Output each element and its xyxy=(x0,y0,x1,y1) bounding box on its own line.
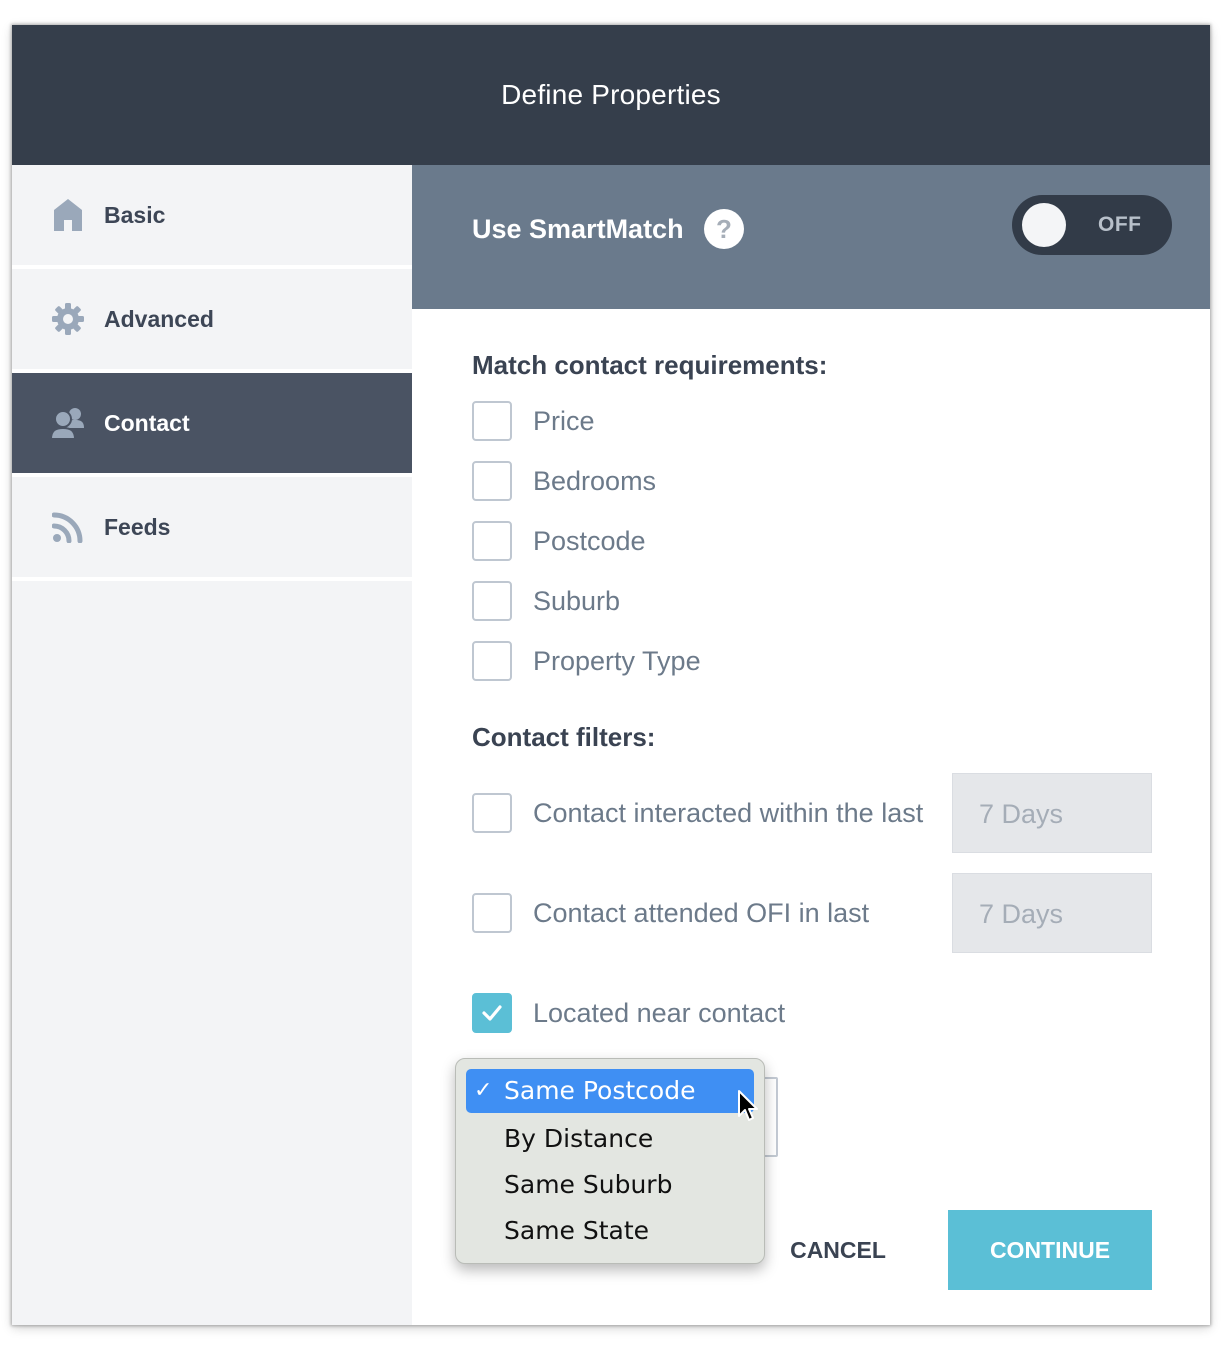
requirement-postcode: Postcode xyxy=(472,521,646,561)
checkbox-label: Property Type xyxy=(533,645,701,676)
home-icon xyxy=(50,197,86,233)
option-label: Same State xyxy=(504,1216,650,1245)
checkbox-label: Located near contact xyxy=(533,997,786,1028)
location-dropdown-menu: ✓ Same Postcode By Distance Same Suburb … xyxy=(455,1058,765,1264)
requirement-suburb: Suburb xyxy=(472,581,620,621)
smartmatch-toggle[interactable]: OFF xyxy=(1012,195,1172,255)
checkbox-label: Postcode xyxy=(533,525,646,556)
postcode-checkbox[interactable] xyxy=(472,521,512,561)
requirement-property-type: Property Type xyxy=(472,641,701,681)
option-label: Same Postcode xyxy=(504,1076,696,1105)
smartmatch-title: Use SmartMatch xyxy=(472,214,684,244)
option-label: Same Suburb xyxy=(504,1170,673,1199)
checkbox-label: Contact attended OFI in last xyxy=(533,897,870,928)
suburb-checkbox[interactable] xyxy=(472,581,512,621)
requirement-price: Price xyxy=(472,401,595,441)
dropdown-option-same-postcode[interactable]: ✓ Same Postcode xyxy=(466,1069,754,1113)
checkbox-label: Contact interacted within the last xyxy=(533,797,924,828)
dialog-title: Define Properties xyxy=(501,79,721,110)
property-type-checkbox[interactable] xyxy=(472,641,512,681)
dropdown-option-by-distance[interactable]: By Distance xyxy=(466,1117,754,1161)
sidebar-item-contact[interactable]: Contact xyxy=(12,373,412,473)
checkmark-icon xyxy=(482,1005,502,1021)
sidebar-item-advanced[interactable]: Advanced xyxy=(12,269,412,369)
toggle-knob xyxy=(1022,203,1066,247)
checkbox-label: Suburb xyxy=(533,585,621,616)
bedrooms-checkbox[interactable] xyxy=(472,461,512,501)
sidebar-divider xyxy=(12,577,412,581)
dialog-header: Define Properties xyxy=(12,25,1210,165)
toggle-state-label: OFF xyxy=(1098,213,1142,236)
cancel-button[interactable]: CANCEL xyxy=(772,1210,904,1290)
attended-days-field[interactable]: 7 Days xyxy=(952,873,1152,953)
interacted-days-field[interactable]: 7 Days xyxy=(952,773,1152,853)
dropdown-option-same-suburb[interactable]: Same Suburb xyxy=(466,1163,754,1207)
sidebar-item-label: Contact xyxy=(104,410,190,436)
check-icon: ✓ xyxy=(474,1078,493,1103)
price-checkbox[interactable] xyxy=(472,401,512,441)
requirement-bedrooms: Bedrooms xyxy=(472,461,656,501)
checkbox-label: Bedrooms xyxy=(533,465,657,496)
sidebar-item-label: Advanced xyxy=(104,306,214,332)
continue-button[interactable]: CONTINUE xyxy=(948,1210,1152,1290)
filter-attended-ofi: Contact attended OFI in last xyxy=(472,893,869,933)
interacted-checkbox[interactable] xyxy=(472,793,512,833)
sidebar: Basic Advanced Contact Feeds xyxy=(12,165,412,1325)
filter-located-near: Located near contact xyxy=(472,993,785,1033)
sidebar-item-label: Basic xyxy=(104,202,166,228)
requirements-heading: Match contact requirements: xyxy=(472,350,828,380)
sidebar-item-basic[interactable]: Basic xyxy=(12,165,412,265)
mouse-cursor-icon xyxy=(738,1090,758,1121)
attended-ofi-checkbox[interactable] xyxy=(472,893,512,933)
filters-heading: Contact filters: xyxy=(472,722,656,752)
dropdown-option-same-state[interactable]: Same State xyxy=(466,1209,754,1253)
contacts-icon xyxy=(50,405,86,441)
smartmatch-bar: Use SmartMatch ? OFF xyxy=(412,165,1210,309)
sidebar-item-label: Feeds xyxy=(104,514,171,540)
filter-interacted: Contact interacted within the last xyxy=(472,793,923,833)
located-near-checkbox[interactable] xyxy=(472,993,512,1033)
gear-icon xyxy=(50,301,86,337)
help-icon[interactable]: ? xyxy=(704,209,744,249)
checkbox-label: Price xyxy=(533,405,595,436)
rss-icon xyxy=(50,509,86,545)
sidebar-item-feeds[interactable]: Feeds xyxy=(12,477,412,577)
option-label: By Distance xyxy=(504,1124,654,1153)
